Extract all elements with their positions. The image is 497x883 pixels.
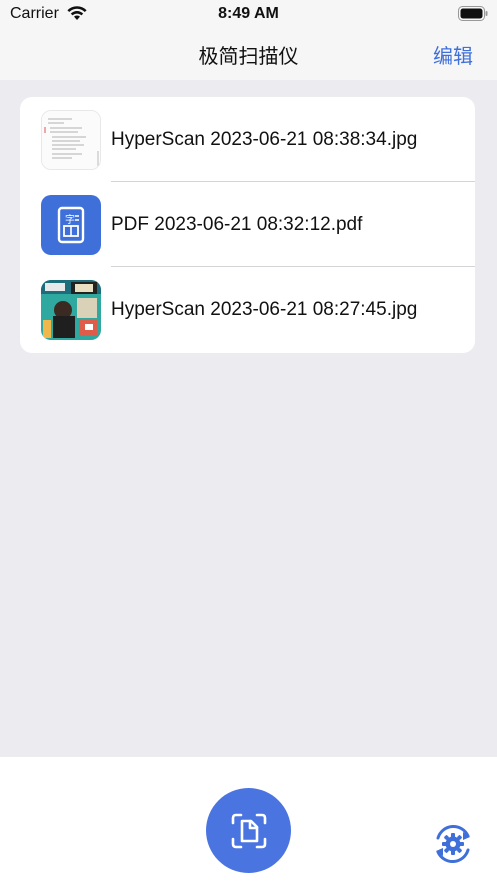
document-scan-icon	[231, 813, 266, 848]
gear-sync-icon	[436, 825, 470, 863]
file-name: HyperScan 2023-06-21 08:38:34.jpg	[111, 129, 418, 150]
pdf-file-icon: 字	[41, 195, 101, 255]
svg-text:字: 字	[65, 213, 75, 226]
page-title: 极简扫描仪	[198, 44, 299, 68]
magazine-cover-thumbnail	[41, 280, 101, 340]
file-name: PDF 2023-06-21 08:32:12.pdf	[111, 214, 363, 235]
file-list: HyperScan 2023-06-21 08:38:34.jpg 字 PDF …	[20, 97, 475, 353]
settings-button[interactable]	[430, 822, 476, 866]
document-page-thumbnail	[41, 110, 101, 170]
file-name: HyperScan 2023-06-21 08:27:45.jpg	[111, 299, 418, 320]
scan-button[interactable]	[206, 788, 291, 873]
clock: 8:49 AM	[218, 5, 279, 22]
navigation-bar: 极简扫描仪 编辑	[0, 30, 497, 80]
status-bar: Carrier 8:49 AM	[0, 0, 497, 30]
file-list-item[interactable]: 字 PDF 2023-06-21 08:32:12.pdf	[20, 182, 475, 267]
battery-icon	[458, 6, 488, 21]
file-list-item[interactable]: HyperScan 2023-06-21 08:27:45.jpg	[20, 267, 475, 352]
edit-button[interactable]: 编辑	[433, 40, 473, 69]
file-list-item[interactable]: HyperScan 2023-06-21 08:38:34.jpg	[20, 97, 475, 182]
